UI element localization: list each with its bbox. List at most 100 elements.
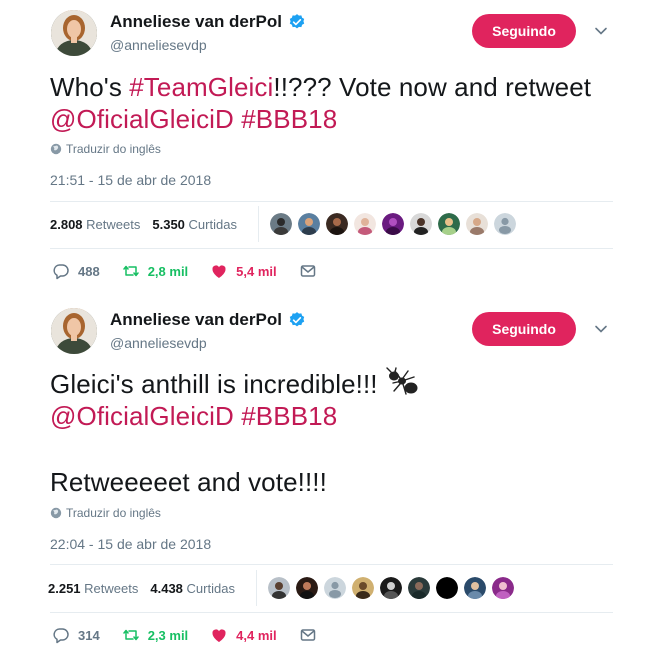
liker-avatar[interactable] <box>380 577 402 599</box>
globe-icon <box>50 143 62 155</box>
verified-badge-icon <box>289 312 305 327</box>
heart-icon <box>212 629 226 642</box>
likes-label: Curtidas <box>186 581 235 596</box>
retweets-stat[interactable]: 2.808 Retweets <box>50 217 140 232</box>
following-button[interactable]: Seguindo <box>472 312 576 346</box>
mention-link[interactable]: @OficialGleiciD <box>50 104 234 134</box>
reply-icon <box>53 264 69 280</box>
handle[interactable]: @anneliesevdp <box>110 37 207 53</box>
like-button[interactable]: 5,4 mil <box>210 262 277 280</box>
liker-avatar[interactable] <box>438 213 460 235</box>
liker-avatar[interactable] <box>326 213 348 235</box>
retweet-count: 2,8 mil <box>147 263 189 279</box>
liker-avatar[interactable] <box>464 577 486 599</box>
timestamp[interactable]: 21:51 - 15 de abr de 2018 <box>50 172 211 188</box>
like-count: 5,4 mil <box>236 263 277 279</box>
reply-icon <box>53 628 69 644</box>
avatar[interactable] <box>51 308 97 354</box>
tweet-text-line: Retweeeeet and vote!!!! <box>50 466 327 499</box>
verified-badge-icon <box>289 14 305 29</box>
liker-avatars <box>270 213 516 235</box>
translate-link[interactable]: Traduzir do inglês <box>50 142 161 156</box>
tweet: Anneliese van derPol @anneliesevdp Segui… <box>0 0 650 296</box>
liker-avatar[interactable] <box>492 577 514 599</box>
timestamp[interactable]: 22:04 - 15 de abr de 2018 <box>50 536 211 552</box>
following-button[interactable]: Seguindo <box>472 14 576 48</box>
liker-avatar[interactable] <box>270 213 292 235</box>
direct-message-button[interactable] <box>299 626 317 644</box>
translate-link[interactable]: Traduzir do inglês <box>50 506 161 520</box>
tweet-text: Who's <box>50 72 130 102</box>
tweet-text-line: Who's #TeamGleici!!??? Vote now and retw… <box>50 71 591 104</box>
liker-avatar[interactable] <box>268 577 290 599</box>
retweet-icon <box>122 265 139 277</box>
liker-avatar[interactable] <box>354 213 376 235</box>
liker-avatar[interactable] <box>408 577 430 599</box>
message-icon <box>300 629 315 641</box>
display-name[interactable]: Anneliese van derPol <box>110 310 306 330</box>
display-name-text[interactable]: Anneliese van derPol <box>110 12 282 32</box>
tweet-text: !!??? Vote now and retweet <box>273 72 592 102</box>
translate-text[interactable]: Traduzir do inglês <box>66 506 161 520</box>
retweet-button[interactable]: 2,8 mil <box>122 262 188 280</box>
hashtag-link[interactable]: #BBB18 <box>241 401 337 431</box>
tweet-text: Retweeeeet and vote!!!! <box>50 467 327 497</box>
liker-avatar[interactable] <box>352 577 374 599</box>
reply-button[interactable]: 488 <box>52 262 100 280</box>
tweet-text: Gleici's anthill is incredible!!! <box>50 369 385 399</box>
divider <box>50 201 613 202</box>
chevron-down-icon[interactable] <box>594 24 608 38</box>
hashtag-link[interactable]: #BBB18 <box>241 104 337 134</box>
retweets-value: 2.808 <box>50 217 83 232</box>
default-avatar-icon[interactable] <box>324 577 346 599</box>
tweet-text-line: @OficialGleiciD #BBB18 <box>50 103 337 136</box>
stats-divider <box>256 570 257 606</box>
divider <box>50 248 613 249</box>
liker-avatar[interactable] <box>466 213 488 235</box>
tweet-actions: 314 2,3 mil 4,4 mil <box>52 626 339 644</box>
like-count: 4,4 mil <box>236 627 277 643</box>
reply-count: 488 <box>78 263 100 279</box>
chevron-down-icon[interactable] <box>594 322 608 336</box>
liker-avatar[interactable] <box>436 577 458 599</box>
retweets-stat[interactable]: 2.251 Retweets <box>48 581 138 596</box>
reply-count: 314 <box>78 627 100 643</box>
likes-stat[interactable]: 5.350 Curtidas <box>152 217 237 232</box>
direct-message-button[interactable] <box>299 262 317 280</box>
retweet-count: 2,3 mil <box>147 627 189 643</box>
globe-icon <box>50 507 62 519</box>
like-button[interactable]: 4,4 mil <box>210 626 277 644</box>
divider <box>50 564 613 565</box>
retweets-label: Retweets <box>84 581 139 596</box>
message-icon <box>300 265 315 277</box>
likes-label: Curtidas <box>188 217 237 232</box>
display-name[interactable]: Anneliese van derPol <box>110 12 306 32</box>
tweet-text-line: @OficialGleiciD #BBB18 <box>50 400 337 433</box>
liker-avatar[interactable] <box>410 213 432 235</box>
heart-icon <box>212 265 226 278</box>
stats-divider <box>258 206 259 242</box>
mention-link[interactable]: @OficialGleiciD <box>50 401 234 431</box>
translate-text[interactable]: Traduzir do inglês <box>66 142 161 156</box>
retweet-icon <box>122 629 139 641</box>
hashtag-link[interactable]: #TeamGleici <box>129 72 273 102</box>
engagement-stats: 2.251 Retweets 4.438 Curtidas <box>48 581 235 596</box>
likes-stat[interactable]: 4.438 Curtidas <box>150 581 235 596</box>
avatar[interactable] <box>51 10 97 56</box>
likes-value: 4.438 <box>150 581 183 596</box>
engagement-stats: 2.808 Retweets 5.350 Curtidas <box>50 217 237 232</box>
tweet: Anneliese van derPol @anneliesevdp Segui… <box>0 298 650 655</box>
likes-value: 5.350 <box>152 217 185 232</box>
ant-emoji <box>386 367 418 395</box>
default-avatar-icon[interactable] <box>494 213 516 235</box>
liker-avatar[interactable] <box>296 577 318 599</box>
tweet-text-line: Gleici's anthill is incredible!!! <box>50 367 419 401</box>
liker-avatars <box>268 577 514 599</box>
reply-button[interactable]: 314 <box>52 626 100 644</box>
handle[interactable]: @anneliesevdp <box>110 335 207 351</box>
retweet-button[interactable]: 2,3 mil <box>122 626 188 644</box>
liker-avatar[interactable] <box>382 213 404 235</box>
retweets-label: Retweets <box>86 217 141 232</box>
display-name-text[interactable]: Anneliese van derPol <box>110 310 282 330</box>
liker-avatar[interactable] <box>298 213 320 235</box>
